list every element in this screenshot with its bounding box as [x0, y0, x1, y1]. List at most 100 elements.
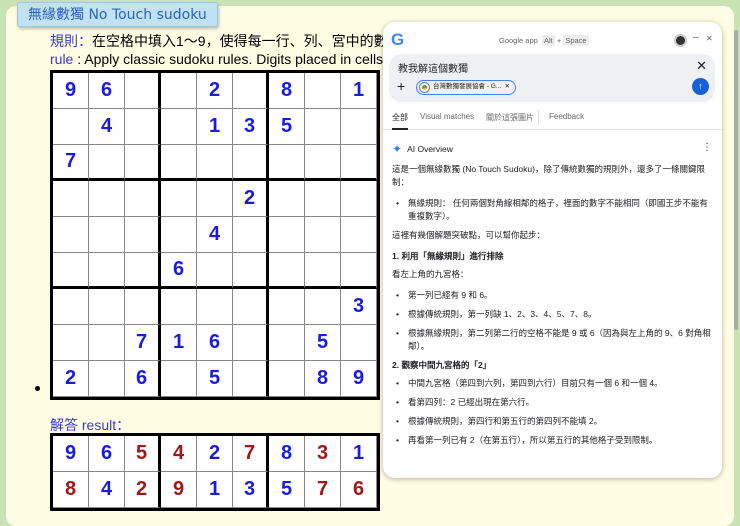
sudoku-cell[interactable] [269, 289, 305, 325]
sudoku-cell[interactable]: 7 [53, 145, 89, 181]
sudoku-cell[interactable] [269, 253, 305, 289]
sudoku-cell[interactable] [125, 73, 161, 109]
sudoku-cell[interactable]: 6 [125, 361, 161, 397]
sudoku-cell[interactable] [305, 253, 341, 289]
send-button[interactable]: ↑ [692, 78, 709, 95]
sudoku-cell[interactable] [53, 181, 89, 217]
sudoku-cell[interactable]: 9 [341, 361, 377, 397]
sudoku-cell[interactable] [89, 289, 125, 325]
sudoku-cell[interactable] [305, 217, 341, 253]
google-app-panel: G Google app Alt + Space – ✕ 教我解這個數獨 ✕ +… [383, 22, 722, 478]
sudoku-cell[interactable] [305, 145, 341, 181]
sudoku-cell[interactable]: 8 [269, 73, 305, 109]
sudoku-cell[interactable] [89, 253, 125, 289]
sudoku-cell[interactable] [125, 253, 161, 289]
search-input[interactable]: 教我解這個數獨 [398, 60, 468, 75]
clear-icon[interactable]: ✕ [696, 58, 707, 74]
sudoku-cell[interactable] [341, 325, 377, 361]
sudoku-cell[interactable]: 1 [341, 73, 377, 109]
sudoku-cell[interactable] [233, 325, 269, 361]
sudoku-cell[interactable]: 6 [89, 73, 125, 109]
sudoku-cell[interactable] [305, 109, 341, 145]
sudoku-cell[interactable] [53, 109, 89, 145]
sparkle-icon: ✦ [392, 142, 403, 156]
sudoku-cell[interactable] [197, 145, 233, 181]
sudoku-cell[interactable] [233, 361, 269, 397]
sudoku-cell[interactable] [197, 181, 233, 217]
sudoku-cell[interactable] [89, 181, 125, 217]
sudoku-cell[interactable] [269, 181, 305, 217]
tab-visual-matches[interactable]: Visual matches [420, 112, 474, 121]
sudoku-cell[interactable] [161, 289, 197, 325]
sudoku-cell[interactable] [233, 217, 269, 253]
sudoku-cell[interactable] [89, 145, 125, 181]
avatar[interactable] [674, 34, 687, 47]
sudoku-cell[interactable] [125, 181, 161, 217]
sudoku-cell[interactable] [233, 73, 269, 109]
sudoku-cell[interactable] [341, 217, 377, 253]
sudoku-cell[interactable] [89, 217, 125, 253]
close-icon[interactable]: ✕ [706, 34, 713, 43]
sudoku-cell[interactable] [53, 325, 89, 361]
sudoku-cell[interactable] [53, 253, 89, 289]
sudoku-cell[interactable] [161, 181, 197, 217]
sudoku-cell[interactable] [341, 181, 377, 217]
sudoku-cell[interactable] [161, 145, 197, 181]
sudoku-cell[interactable] [125, 145, 161, 181]
sudoku-cell[interactable] [161, 217, 197, 253]
sudoku-cell[interactable] [341, 145, 377, 181]
sudoku-cell: 8 [269, 436, 305, 472]
sudoku-cell[interactable] [125, 217, 161, 253]
sudoku-cell[interactable] [161, 73, 197, 109]
sudoku-cell[interactable]: 5 [305, 325, 341, 361]
sudoku-cell[interactable] [269, 361, 305, 397]
sudoku-cell[interactable]: 5 [269, 109, 305, 145]
sudoku-cell[interactable]: 6 [161, 253, 197, 289]
sudoku-cell[interactable] [89, 325, 125, 361]
chip-remove-icon[interactable]: ✕ [505, 81, 510, 93]
search-box[interactable]: 教我解這個數獨 ✕ + 台灣數獨發展協會 - G... ✕ ↑ [389, 54, 715, 102]
more-options-icon[interactable]: ⋮ [702, 142, 712, 153]
sudoku-cell[interactable] [269, 325, 305, 361]
sudoku-cell[interactable]: 1 [161, 325, 197, 361]
sudoku-cell[interactable] [53, 217, 89, 253]
sudoku-cell[interactable]: 6 [197, 325, 233, 361]
sudoku-cell[interactable]: 1 [197, 109, 233, 145]
sudoku-cell[interactable]: 7 [125, 325, 161, 361]
page-scrollbar[interactable] [734, 30, 738, 330]
add-icon[interactable]: + [397, 78, 405, 94]
sudoku-cell[interactable] [305, 181, 341, 217]
sudoku-cell[interactable]: 9 [53, 73, 89, 109]
sudoku-cell[interactable] [341, 109, 377, 145]
sudoku-cell[interactable] [305, 73, 341, 109]
source-chip[interactable]: 台灣數獨發展協會 - G... ✕ [416, 80, 516, 95]
sudoku-cell[interactable] [125, 289, 161, 325]
minimize-icon[interactable]: – [693, 32, 699, 43]
tab-feedback[interactable]: Feedback [549, 112, 584, 121]
sudoku-cell[interactable]: 4 [197, 217, 233, 253]
sudoku-cell[interactable] [53, 289, 89, 325]
sudoku-cell[interactable] [341, 253, 377, 289]
sudoku-cell[interactable]: 2 [233, 181, 269, 217]
sudoku-cell[interactable] [197, 253, 233, 289]
sudoku-cell[interactable]: 2 [53, 361, 89, 397]
tab-about-image[interactable]: 關於這張圖片 [486, 112, 534, 123]
sudoku-cell[interactable] [269, 217, 305, 253]
sudoku-cell[interactable]: 3 [341, 289, 377, 325]
sudoku-cell[interactable] [161, 109, 197, 145]
sudoku-cell[interactable] [161, 361, 197, 397]
sudoku-cell[interactable] [269, 145, 305, 181]
sudoku-cell[interactable]: 4 [89, 109, 125, 145]
tab-all[interactable]: 全部 [392, 112, 408, 130]
sudoku-cell[interactable] [197, 289, 233, 325]
sudoku-cell[interactable] [89, 361, 125, 397]
sudoku-cell[interactable]: 2 [197, 73, 233, 109]
sudoku-cell[interactable]: 8 [305, 361, 341, 397]
sudoku-cell[interactable] [233, 289, 269, 325]
sudoku-cell[interactable] [233, 145, 269, 181]
sudoku-cell[interactable]: 5 [197, 361, 233, 397]
sudoku-cell[interactable] [233, 253, 269, 289]
sudoku-cell[interactable] [125, 109, 161, 145]
sudoku-cell[interactable]: 3 [233, 109, 269, 145]
sudoku-cell[interactable] [305, 289, 341, 325]
